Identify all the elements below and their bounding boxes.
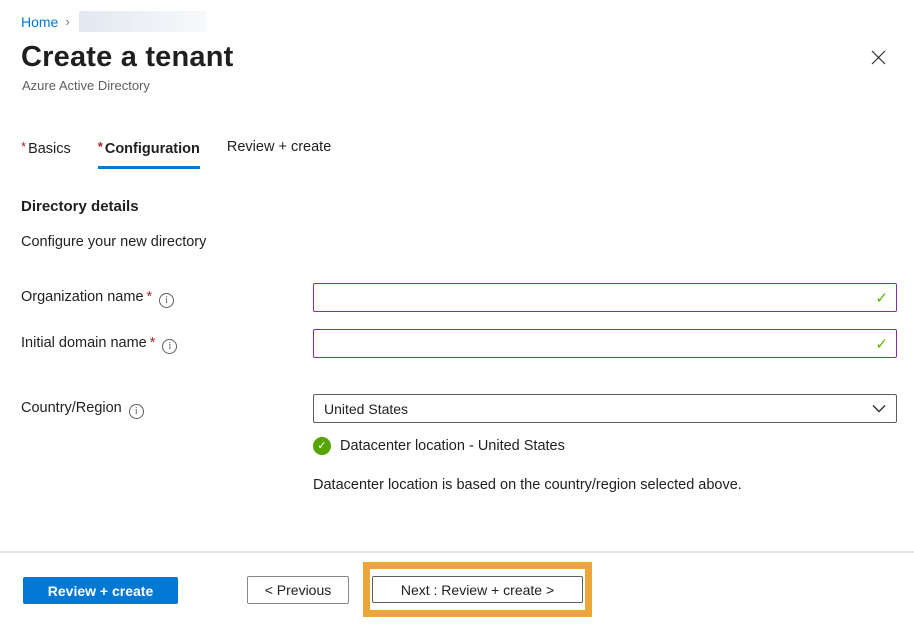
breadcrumb-chevron-icon: › (65, 14, 69, 29)
country-region-label: Country/Region i (21, 400, 144, 419)
required-asterisk: * (98, 139, 103, 154)
country-region-selected-value: United States (324, 401, 872, 417)
section-heading: Directory details (21, 198, 139, 215)
datacenter-status-text: Datacenter location - United States (340, 438, 565, 454)
info-icon[interactable]: i (162, 339, 177, 354)
chevron-down-icon (872, 404, 886, 413)
wizard-tabs: *Basics *Configuration Review + create (21, 139, 358, 169)
label-text: Initial domain name (21, 335, 147, 351)
tab-label: Review + create (227, 139, 331, 155)
breadcrumb-redacted-tenant (79, 11, 207, 32)
page-title: Create a tenant (21, 41, 234, 74)
organization-name-input[interactable] (313, 283, 897, 312)
tab-basics[interactable]: *Basics (21, 139, 71, 166)
required-asterisk: * (150, 335, 156, 351)
country-region-dropdown[interactable]: United States (313, 394, 897, 423)
label-text: Country/Region (21, 400, 122, 416)
page-subtitle: Azure Active Directory (22, 78, 150, 93)
section-description: Configure your new directory (21, 234, 206, 250)
organization-name-field-wrap: ✓ (313, 283, 897, 312)
datacenter-note: Datacenter location is based on the coun… (313, 477, 742, 493)
info-icon[interactable]: i (129, 404, 144, 419)
info-icon[interactable]: i (159, 293, 174, 308)
breadcrumb: Home › (21, 11, 207, 32)
tab-review-create[interactable]: Review + create (227, 139, 331, 164)
required-asterisk: * (147, 289, 153, 305)
required-asterisk: * (21, 139, 26, 154)
datacenter-status: ✓ Datacenter location - United States (313, 437, 565, 455)
review-create-button[interactable]: Review + create (23, 577, 178, 604)
next-review-create-button[interactable]: Next : Review + create > (372, 576, 583, 603)
initial-domain-name-field-wrap: ✓ (313, 329, 897, 358)
close-icon (871, 50, 886, 65)
annotation-highlight-box: Next : Review + create > (363, 562, 592, 617)
footer-divider (0, 551, 914, 553)
create-tenant-page: Home › Create a tenant Azure Active Dire… (0, 0, 914, 634)
close-button[interactable] (868, 47, 888, 67)
initial-domain-name-input[interactable] (313, 329, 897, 358)
tab-configuration[interactable]: *Configuration (98, 139, 200, 169)
previous-button[interactable]: < Previous (247, 576, 349, 604)
initial-domain-name-label: Initial domain name* i (21, 335, 177, 354)
tab-label: Basics (28, 141, 71, 157)
organization-name-label: Organization name* i (21, 289, 174, 308)
breadcrumb-home-link[interactable]: Home (21, 14, 58, 30)
success-circle-icon: ✓ (313, 437, 331, 455)
label-text: Organization name (21, 289, 144, 305)
tab-label: Configuration (105, 141, 200, 157)
